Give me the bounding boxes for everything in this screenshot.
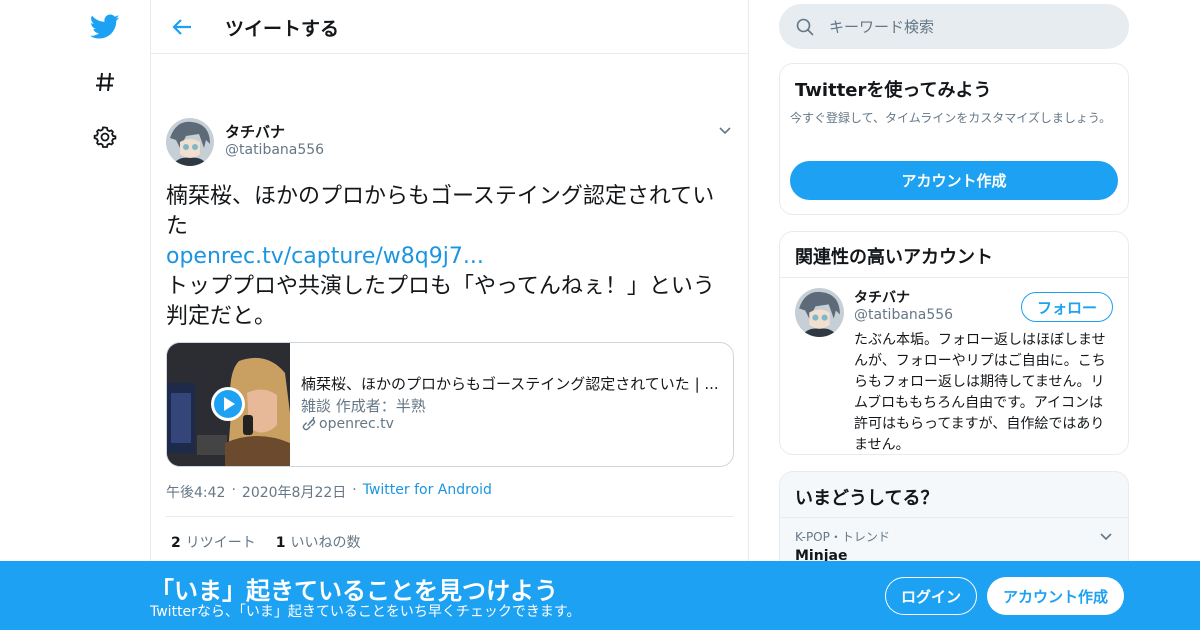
trends-title: いまどうしてる？ [795, 488, 939, 509]
tweet-meta: 午後4:42 · 2020年8月22日 · Twitter for Androi… [166, 482, 492, 502]
retweets-count: 2 [171, 535, 181, 551]
retweets-stat[interactable]: 2 リツイート [171, 532, 256, 552]
signup-banner: 「いま」起きていることを見つけよう Twitterなら、「いま」起きていることを… [0, 561, 1200, 630]
author-name[interactable]: タチバナ [225, 121, 285, 142]
link-card[interactable]: 楠栞桜、ほかのプロからもゴーステイング認定されていた | ... 雑談 作成者：… [166, 342, 734, 467]
tweet-date[interactable]: 2020年8月22日 [242, 482, 346, 502]
separator-dot: · [231, 482, 236, 498]
account-name[interactable]: タチバナ [854, 287, 910, 307]
banner-subtitle: Twitterなら、「いま」起きていることをいち早くチェックできます。 [150, 604, 581, 620]
tweet-source-app[interactable]: Twitter for Android [363, 482, 492, 502]
avatar[interactable] [795, 288, 844, 337]
page-title: ツイートする [225, 18, 340, 40]
search-icon [796, 18, 814, 36]
back-arrow-icon[interactable] [169, 14, 195, 40]
twitter-bird-icon[interactable] [88, 10, 122, 44]
tweet-text-line: 楠栞桜、ほかのプロからもゴーステイング認定されていた [166, 184, 715, 239]
card-domain-text: openrec.tv [319, 416, 394, 432]
separator-dot: · [352, 482, 357, 498]
create-account-button[interactable]: アカウント作成 [790, 161, 1118, 200]
likes-label: いいねの数 [290, 535, 361, 551]
play-icon[interactable] [210, 386, 246, 422]
page-header: ツイートする [151, 0, 748, 54]
chevron-down-icon[interactable] [1098, 528, 1114, 544]
trend-meta: K-POP・トレンド [795, 530, 890, 544]
divider [780, 517, 1128, 518]
likes-count: 1 [275, 535, 286, 551]
card-title: 楠栞桜、ほかのプロからもゴーステイング認定されていた | ... [301, 375, 719, 393]
card-description: 雑談 作成者：半熟 [301, 397, 426, 415]
tweet-text: 楠栞桜、ほかのプロからもゴーステイング認定されていた openrec.tv/ca… [166, 182, 726, 332]
likes-stat[interactable]: 1 いいねの数 [276, 532, 361, 552]
main-column: ツイートする タチバナ @tatibana556 楠栞桜、ほかのプロからもゴース… [150, 0, 749, 630]
tweet-link[interactable]: openrec.tv/capture/w8q9j7... [166, 242, 726, 272]
tweet-time[interactable]: 午後4:42 [166, 482, 225, 502]
login-button[interactable]: ログイン [885, 577, 977, 615]
follow-button[interactable]: フォロー [1021, 292, 1113, 322]
avatar[interactable] [166, 118, 214, 166]
gear-icon[interactable] [88, 120, 122, 154]
card-domain: openrec.tv [301, 416, 394, 432]
signup-panel: Twitterを使ってみよう 今すぐ登録して、タイムラインをカスタマイズしましょ… [779, 63, 1129, 215]
create-account-button[interactable]: アカウント作成 [987, 577, 1124, 615]
signup-text: 今すぐ登録して、タイムラインをカスタマイズしましょう。 [790, 111, 1112, 125]
account-bio: たぶん本垢。フォロー返しはほぼしませんが、フォローやリプはご自由に。こちらもフォ… [854, 332, 1106, 453]
account-handle[interactable]: @tatibana556 [854, 307, 953, 323]
signup-title: Twitterを使ってみよう [795, 80, 992, 101]
tweet-text-line: トッププロや共演したプロも「やってんねぇ！」という判定だと。 [166, 274, 715, 329]
author-handle[interactable]: @tatibana556 [225, 142, 324, 158]
divider [780, 277, 1128, 278]
chevron-down-icon[interactable] [717, 122, 733, 138]
search-box[interactable] [779, 4, 1129, 49]
hashtag-icon[interactable] [88, 65, 122, 99]
related-accounts-panel: 関連性の高いアカウント タチバナ @tatibana556 フォロー たぶん本垢… [779, 231, 1129, 455]
left-nav [0, 0, 150, 630]
related-title: 関連性の高いアカウント [795, 247, 993, 268]
retweets-label: リツイート [185, 535, 256, 551]
link-icon [302, 416, 316, 430]
search-input[interactable] [829, 17, 1109, 36]
